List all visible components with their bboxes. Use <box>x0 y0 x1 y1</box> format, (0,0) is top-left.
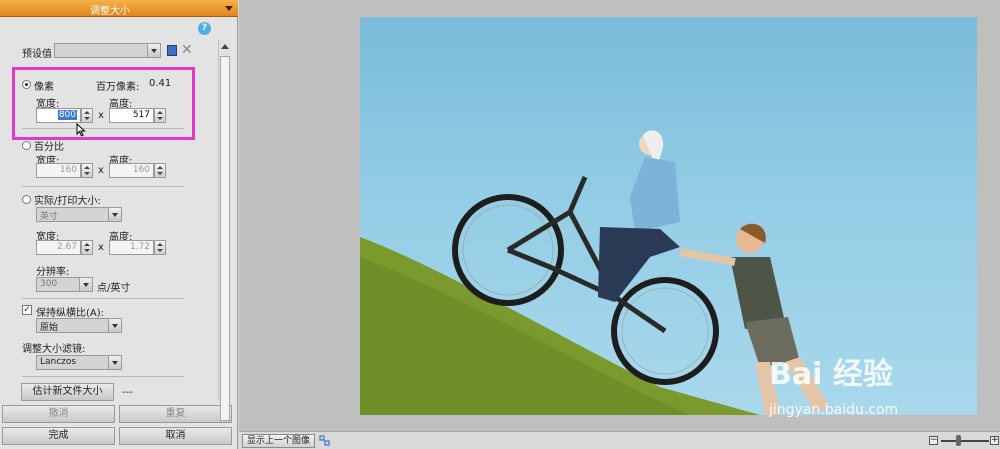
cancel-button[interactable]: 取消 <box>119 427 232 445</box>
keep-ratio-checkbox[interactable]: ✓ <box>22 305 32 315</box>
percent-radio[interactable] <box>22 141 31 150</box>
percent-width-stepper[interactable]: 160 <box>36 163 94 178</box>
zoom-slider[interactable] <box>941 440 989 442</box>
panel-header[interactable]: 调整大小 <box>0 0 238 17</box>
chevron-down-icon[interactable] <box>79 278 92 291</box>
watermark-brand: Bai 经验 <box>769 357 893 392</box>
preset-select[interactable] <box>54 43 161 58</box>
save-preset-icon[interactable] <box>167 45 177 56</box>
print-height-stepper[interactable]: 1.72 <box>109 240 167 255</box>
estimate-result: --- <box>122 387 133 398</box>
preset-label: 预设值 <box>22 49 52 60</box>
percent-label: 百分比 <box>34 142 64 153</box>
chevron-down-icon[interactable] <box>108 319 121 332</box>
print-unit-select[interactable]: 英寸 <box>36 207 122 222</box>
divider <box>22 186 184 187</box>
keep-ratio-label: 保持纵横比(A): <box>36 308 105 319</box>
times-sign: x <box>98 242 104 253</box>
compare-icon[interactable] <box>319 435 330 446</box>
viewer-bottom-bar: 显示上一个图像 − + <box>239 431 1000 449</box>
delete-preset-icon[interactable]: ✕ <box>181 43 193 57</box>
print-size-radio[interactable] <box>22 195 31 204</box>
divider <box>22 376 184 377</box>
resolution-unit: 点/英寸 <box>97 283 131 294</box>
redo-button[interactable]: 重复 <box>119 405 232 423</box>
chevron-down-icon[interactable] <box>108 356 121 369</box>
percent-height-stepper[interactable]: 160 <box>109 163 167 178</box>
show-previous-image-button[interactable]: 显示上一个图像 <box>242 434 315 448</box>
panel-scrollbar[interactable] <box>218 40 230 421</box>
times-sign: x <box>98 165 104 176</box>
help-icon[interactable]: ? <box>198 22 211 35</box>
panel-title: 调整大小 <box>90 6 130 17</box>
percent-width-field[interactable]: 160 <box>36 163 81 178</box>
estimate-size-button[interactable]: 估计新文件大小 <box>21 383 114 401</box>
baidu-watermark: Bai 经验 jingyan.baidu.com <box>769 344 969 424</box>
filter-label: 调整大小滤镜: <box>22 344 86 355</box>
resolution-label: 分辨率: <box>36 267 70 278</box>
mouse-cursor-icon <box>76 123 86 137</box>
scrollbar-thumb[interactable] <box>220 56 230 421</box>
print-height-spin-buttons[interactable] <box>154 240 166 255</box>
zoom-slider-thumb[interactable] <box>956 435 961 446</box>
watermark-url: jingyan.baidu.com <box>769 402 899 418</box>
print-width-spin-buttons[interactable] <box>81 240 93 255</box>
percent-height-field[interactable]: 160 <box>109 163 154 178</box>
done-button[interactable]: 完成 <box>2 427 115 445</box>
chevron-down-icon[interactable] <box>108 208 121 221</box>
print-width-field[interactable]: 2.67 <box>36 240 81 255</box>
keep-ratio-select[interactable]: 原始 <box>36 318 122 333</box>
zoom-in-icon[interactable]: + <box>990 436 999 445</box>
resize-panel: 调整大小 ? 预设值 ✕ 像素 百万像素: 0.41 宽度: 高度: 800 x… <box>0 0 238 449</box>
percent-width-spin-buttons[interactable] <box>81 163 93 178</box>
resolution-select[interactable]: 300 <box>36 277 93 292</box>
filter-select[interactable]: Lanczos <box>36 355 122 370</box>
print-height-field[interactable]: 1.72 <box>109 240 154 255</box>
print-width-stepper[interactable]: 2.67 <box>36 240 94 255</box>
zoom-out-icon[interactable]: − <box>929 436 938 445</box>
highlight-box <box>12 67 195 140</box>
chevron-down-icon[interactable] <box>147 44 160 57</box>
collapse-arrow-icon[interactable] <box>225 6 233 11</box>
scroll-up-icon[interactable] <box>221 44 229 49</box>
undo-button[interactable]: 撤消 <box>2 405 115 423</box>
print-size-label: 实际/打印大小: <box>34 196 101 207</box>
percent-height-spin-buttons[interactable] <box>154 163 166 178</box>
divider <box>22 298 184 299</box>
